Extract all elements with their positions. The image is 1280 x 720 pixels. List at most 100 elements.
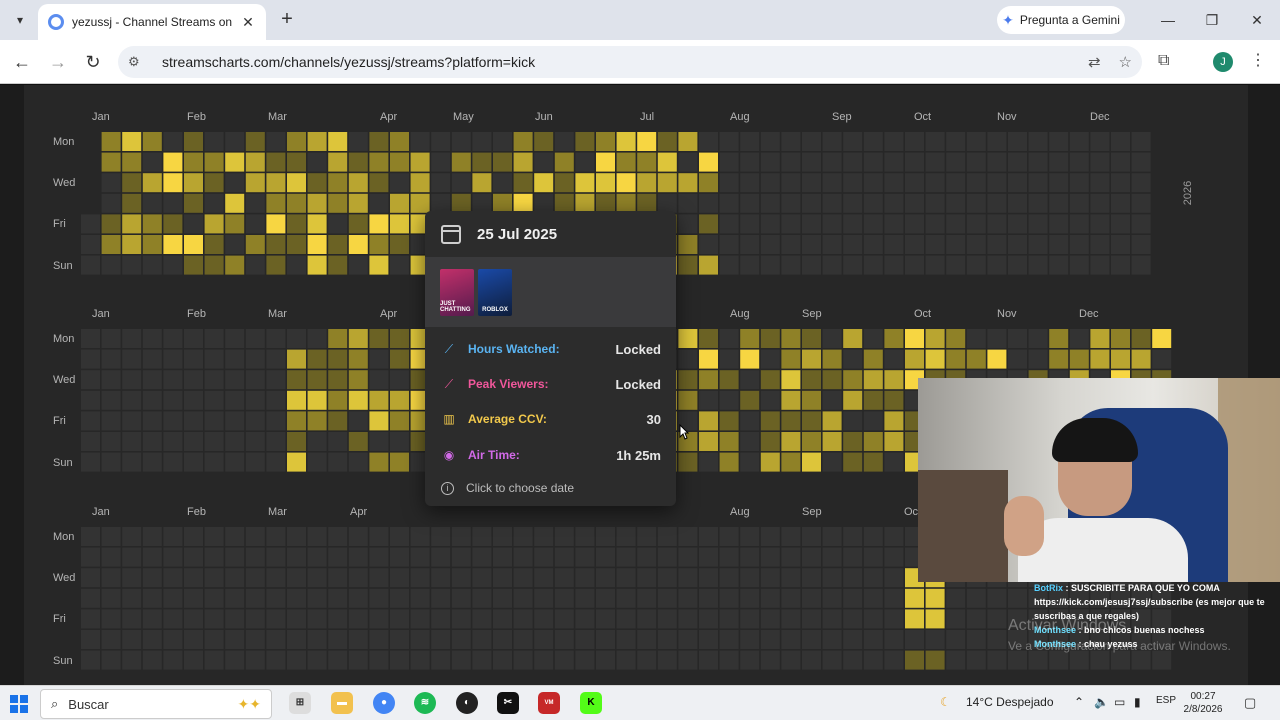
heatmap-day-cell[interactable]	[863, 411, 883, 431]
reload-icon[interactable]: ↻	[81, 50, 105, 74]
heatmap-day-cell[interactable]	[719, 329, 739, 348]
heatmap-day-cell[interactable]	[328, 329, 348, 348]
heatmap-day-cell[interactable]	[678, 527, 698, 546]
heatmap-day-cell[interactable]	[637, 650, 657, 670]
heatmap-day-cell[interactable]	[81, 588, 100, 608]
heatmap-day-cell[interactable]	[122, 547, 142, 567]
heatmap-day-cell[interactable]	[328, 630, 348, 649]
heatmap-day-cell[interactable]	[245, 547, 265, 567]
heatmap-day-cell[interactable]	[760, 329, 780, 348]
heatmap-day-cell[interactable]	[884, 609, 904, 629]
minimize-icon[interactable]: —	[1153, 8, 1183, 32]
heatmap-day-cell[interactable]	[513, 193, 533, 213]
heatmap-day-cell[interactable]	[163, 235, 183, 254]
heatmap-day-cell[interactable]	[369, 630, 389, 649]
heatmap-day-cell[interactable]	[719, 214, 739, 234]
bookmark-star-icon[interactable]: ☆	[1119, 53, 1132, 71]
heatmap-day-cell[interactable]	[575, 547, 595, 567]
heatmap-day-cell[interactable]	[946, 214, 966, 234]
heatmap-day-cell[interactable]	[554, 152, 574, 172]
heatmap-day-cell[interactable]	[287, 609, 306, 629]
heatmap-day-cell[interactable]	[760, 214, 780, 234]
heatmap-day-cell[interactable]	[1111, 214, 1130, 234]
heatmap-day-cell[interactable]	[328, 132, 348, 151]
heatmap-day-cell[interactable]	[369, 255, 389, 275]
heatmap-day-cell[interactable]	[266, 193, 286, 213]
heatmap-day-cell[interactable]	[678, 452, 698, 472]
heatmap-day-cell[interactable]	[740, 630, 760, 649]
microphone-icon[interactable]: ▮	[1134, 695, 1141, 709]
heatmap-day-cell[interactable]	[163, 432, 183, 451]
heatmap-day-cell[interactable]	[245, 411, 265, 431]
heatmap-day-cell[interactable]	[451, 173, 471, 193]
heatmap-day-cell[interactable]	[225, 411, 245, 431]
heatmap-day-cell[interactable]	[122, 235, 142, 254]
heatmap-day-cell[interactable]	[307, 329, 327, 348]
heatmap-day-cell[interactable]	[287, 132, 306, 151]
heatmap-day-cell[interactable]	[431, 547, 451, 567]
heatmap-day-cell[interactable]	[740, 132, 760, 151]
heatmap-day-cell[interactable]	[493, 527, 512, 546]
heatmap-day-cell[interactable]	[822, 390, 842, 410]
heatmap-day-cell[interactable]	[863, 370, 883, 390]
heatmap-day-cell[interactable]	[101, 329, 121, 348]
heatmap-day-cell[interactable]	[1049, 349, 1069, 369]
heatmap-day-cell[interactable]	[390, 452, 409, 472]
heatmap-day-cell[interactable]	[946, 152, 966, 172]
choose-date-hint[interactable]: i Click to choose date	[441, 481, 574, 495]
heatmap-day-cell[interactable]	[843, 370, 863, 390]
heatmap-day-cell[interactable]	[802, 214, 821, 234]
heatmap-day-cell[interactable]	[905, 588, 924, 608]
heatmap-day-cell[interactable]	[142, 152, 162, 172]
heatmap-day-cell[interactable]	[307, 650, 327, 670]
heatmap-day-cell[interactable]	[513, 132, 533, 151]
chrome-icon[interactable]: ●	[373, 692, 395, 714]
heatmap-day-cell[interactable]	[513, 527, 533, 546]
heatmap-day-cell[interactable]	[431, 173, 451, 193]
heatmap-day-cell[interactable]	[719, 547, 739, 567]
heatmap-day-cell[interactable]	[493, 193, 512, 213]
heatmap-day-cell[interactable]	[472, 588, 492, 608]
heatmap-day-cell[interactable]	[410, 152, 430, 172]
heatmap-day-cell[interactable]	[1131, 173, 1151, 193]
heatmap-day-cell[interactable]	[678, 390, 698, 410]
heatmap-day-cell[interactable]	[431, 609, 451, 629]
heatmap-day-cell[interactable]	[163, 452, 183, 472]
heatmap-day-cell[interactable]	[266, 390, 286, 410]
heatmap-day-cell[interactable]	[1008, 255, 1027, 275]
heatmap-day-cell[interactable]	[225, 349, 245, 369]
heatmap-day-cell[interactable]	[884, 547, 904, 567]
heatmap-day-cell[interactable]	[101, 630, 121, 649]
heatmap-day-cell[interactable]	[1028, 214, 1048, 234]
heatmap-day-cell[interactable]	[678, 329, 698, 348]
heatmap-day-cell[interactable]	[225, 650, 245, 670]
weather-text[interactable]: 14°C Despejado	[966, 695, 1054, 709]
heatmap-day-cell[interactable]	[596, 527, 615, 546]
heatmap-day-cell[interactable]	[822, 132, 842, 151]
heatmap-day-cell[interactable]	[1090, 255, 1110, 275]
heatmap-day-cell[interactable]	[307, 255, 327, 275]
heatmap-day-cell[interactable]	[966, 173, 986, 193]
heatmap-day-cell[interactable]	[307, 173, 327, 193]
heatmap-day-cell[interactable]	[760, 152, 780, 172]
heatmap-day-cell[interactable]	[163, 411, 183, 431]
heatmap-day-cell[interactable]	[863, 193, 883, 213]
heatmap-day-cell[interactable]	[740, 547, 760, 567]
heatmap-day-cell[interactable]	[925, 173, 945, 193]
heatmap-day-cell[interactable]	[225, 370, 245, 390]
window-close-icon[interactable]: ✕	[1242, 8, 1272, 32]
tab-search-dropdown-icon[interactable]: ▾	[8, 8, 32, 32]
heatmap-day-cell[interactable]	[328, 214, 348, 234]
heatmap-day-cell[interactable]	[966, 650, 986, 670]
heatmap-day-cell[interactable]	[225, 568, 245, 588]
heatmap-day-cell[interactable]	[781, 235, 801, 254]
heatmap-day-cell[interactable]	[101, 235, 121, 254]
heatmap-day-cell[interactable]	[699, 452, 718, 472]
heatmap-day-cell[interactable]	[1111, 152, 1130, 172]
heatmap-day-cell[interactable]	[142, 390, 162, 410]
heatmap-day-cell[interactable]	[81, 568, 100, 588]
heatmap-day-cell[interactable]	[760, 390, 780, 410]
heatmap-day-cell[interactable]	[1111, 349, 1130, 369]
heatmap-day-cell[interactable]	[1090, 329, 1110, 348]
heatmap-day-cell[interactable]	[287, 630, 306, 649]
